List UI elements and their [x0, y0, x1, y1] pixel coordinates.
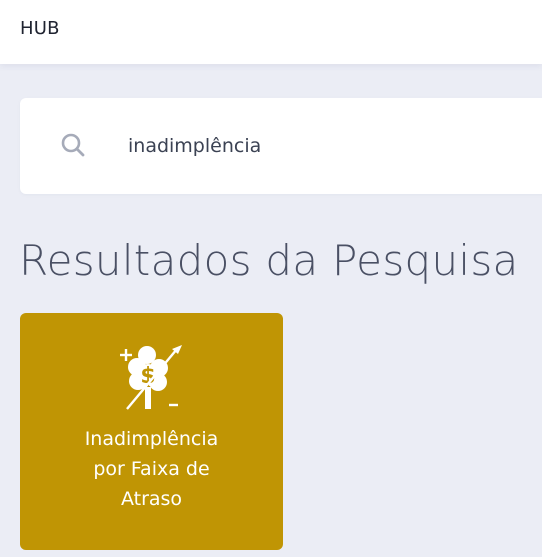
top-bar: HUB	[0, 0, 542, 64]
card-label-line-1: Inadimplência	[84, 428, 219, 450]
brand-logo[interactable]: HUB	[20, 18, 60, 39]
search-box[interactable]	[20, 98, 542, 194]
search-icon	[61, 133, 85, 157]
card-label-line-2: por Faixa de	[93, 458, 210, 480]
results-title: Resultados da Pesquisa	[19, 236, 519, 285]
money-tree-icon: $	[120, 345, 182, 410]
result-card-label: Inadimplência por Faixa de Atraso	[30, 424, 273, 514]
card-label-line-3: Atraso	[120, 488, 183, 510]
result-card-inadimplencia-faixa-atraso[interactable]: $ Inadimplência por Faixa de Atraso	[20, 313, 283, 550]
search-input[interactable]	[128, 126, 528, 166]
